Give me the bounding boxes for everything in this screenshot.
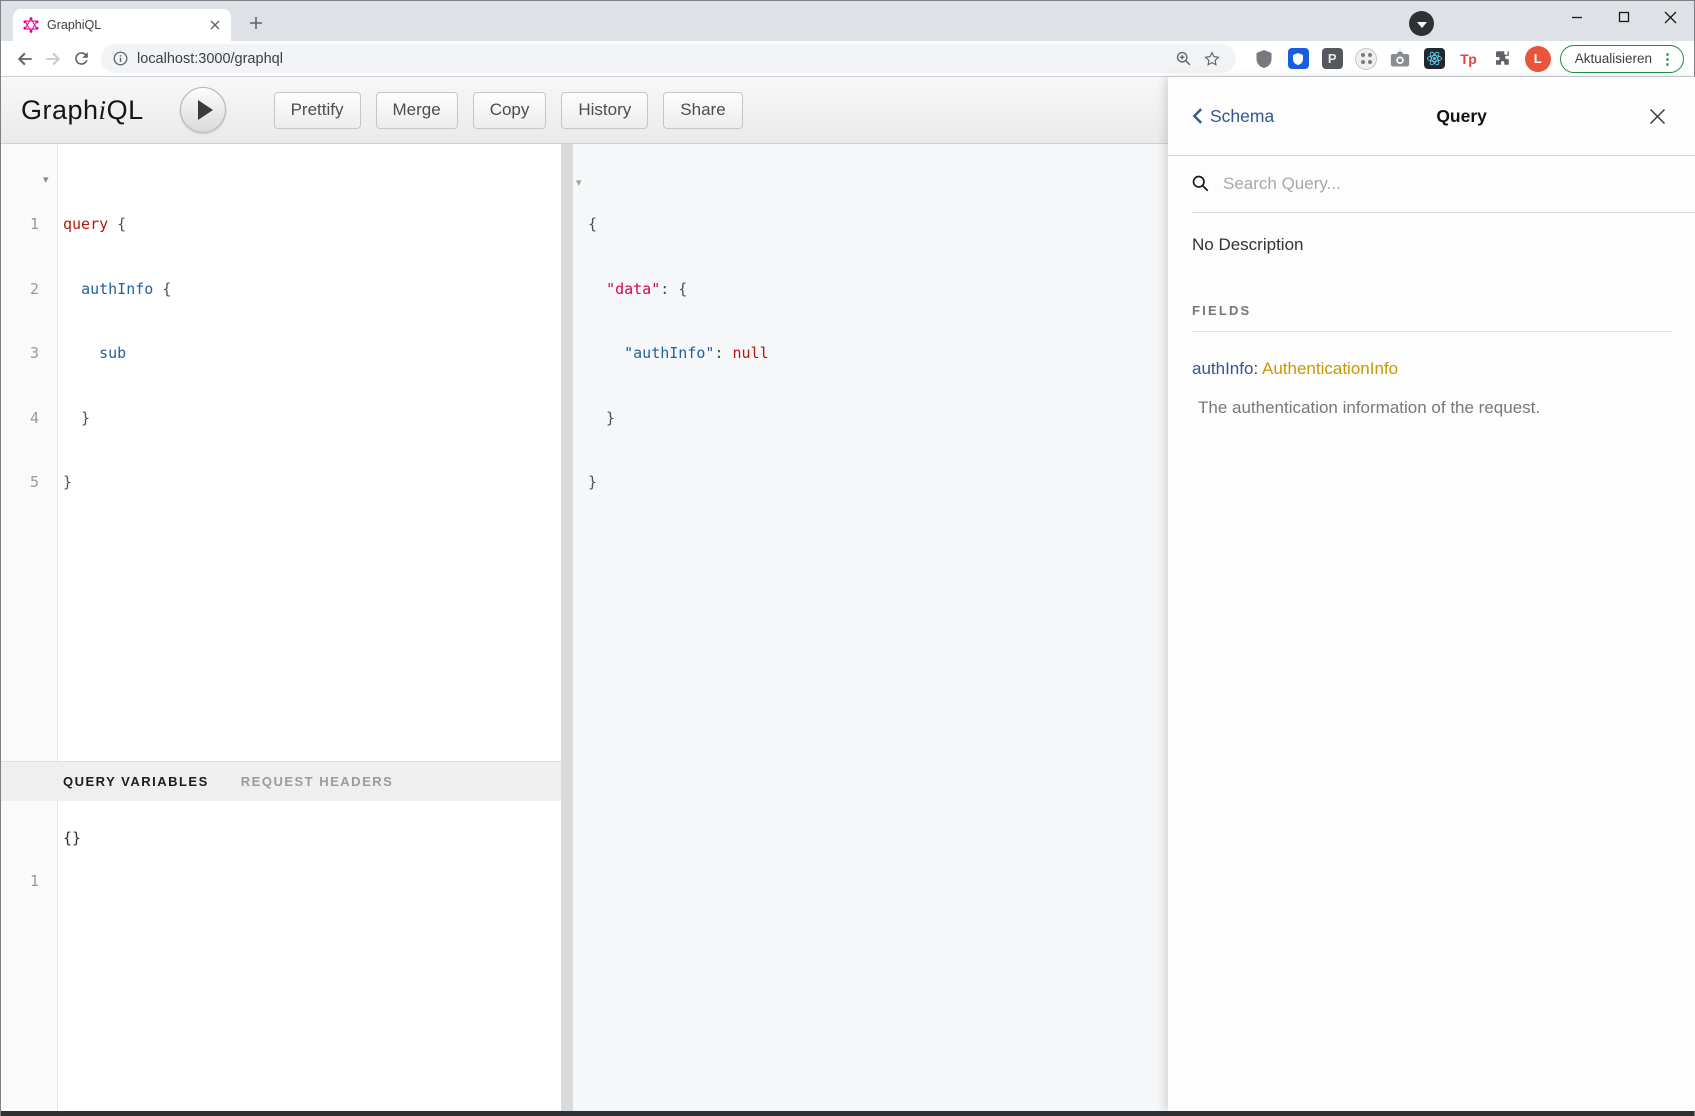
search-icon xyxy=(1192,175,1210,193)
caret-down-icon xyxy=(1417,22,1427,28)
address-bar[interactable]: localhost:3000/graphql xyxy=(101,44,1236,73)
copy-button[interactable]: Copy xyxy=(473,92,547,129)
new-tab-button[interactable] xyxy=(241,9,271,37)
history-button[interactable]: History xyxy=(561,92,648,129)
site-info-icon[interactable] xyxy=(113,51,128,66)
graphql-favicon-icon xyxy=(23,17,39,33)
browser-tab[interactable]: GraphiQL xyxy=(13,9,231,41)
chevron-left-icon xyxy=(1192,107,1203,125)
line-number: 1 xyxy=(1,214,39,236)
graphiql-logo: GraphiQL xyxy=(21,95,144,126)
update-browser-button[interactable]: Aktualisieren ⋮ xyxy=(1560,45,1684,73)
variables-code[interactable]: {} xyxy=(63,828,81,850)
doc-explorer-panel: Schema Query No Description FIELDS authI… xyxy=(1168,77,1695,1111)
doc-explorer-content: No Description FIELDS authInfo: Authenti… xyxy=(1168,213,1695,418)
fold-caret-icon[interactable]: ▾ xyxy=(576,176,582,189)
tab-title: GraphiQL xyxy=(47,18,207,32)
line-number: 1 xyxy=(1,871,39,893)
field-row: authInfo: AuthenticationInfo xyxy=(1192,359,1672,379)
share-button[interactable]: Share xyxy=(663,92,742,129)
type-description: No Description xyxy=(1192,235,1672,255)
back-button[interactable] xyxy=(11,45,39,73)
doc-search-input[interactable] xyxy=(1223,174,1672,194)
camera-extension-icon[interactable] xyxy=(1387,45,1414,72)
query-editor-gutter: 1 2 3 4 5 ▾ xyxy=(1,144,58,761)
result-viewer: ▾ { "data": { "authInfo": null } } xyxy=(573,144,1168,1111)
query-code[interactable]: query { authInfo { sub } } xyxy=(63,171,561,537)
adblock-shield-icon[interactable] xyxy=(1251,45,1278,72)
tab-close-icon[interactable] xyxy=(207,17,223,33)
browser-tab-strip: GraphiQL xyxy=(1,1,1694,41)
line-number: 3 xyxy=(1,343,39,365)
extensions-puzzle-icon[interactable] xyxy=(1489,45,1516,72)
window-controls xyxy=(1553,1,1694,33)
code-line: "authInfo": null xyxy=(588,343,769,365)
profile-avatar[interactable]: L xyxy=(1525,46,1551,72)
browser-window: GraphiQL xyxy=(0,0,1695,1116)
prettify-button[interactable]: Prettify xyxy=(274,92,361,129)
line-number: 2 xyxy=(1,279,39,301)
fold-caret-icon[interactable]: ▾ xyxy=(43,173,49,186)
graphiql-app: GraphiQL Prettify Merge Copy History Sha… xyxy=(1,77,1694,1111)
code-line: { xyxy=(588,214,769,236)
browser-toolbar: localhost:3000/graphql P xyxy=(1,41,1694,77)
field-description: The authentication information of the re… xyxy=(1198,398,1672,418)
maximize-button[interactable] xyxy=(1600,1,1647,33)
window-bottom-edge xyxy=(1,1111,1694,1116)
dot-grid-extension-icon[interactable] xyxy=(1353,45,1380,72)
doc-search-row xyxy=(1192,156,1695,213)
minimize-button[interactable] xyxy=(1553,1,1600,33)
field-type-link[interactable]: AuthenticationInfo xyxy=(1262,359,1398,378)
extensions-row: P xyxy=(1244,45,1516,72)
graphiql-topbar: GraphiQL Prettify Merge Copy History Sha… xyxy=(1,77,1168,144)
doc-explorer-header: Schema Query xyxy=(1168,77,1695,156)
code-line: } xyxy=(588,472,769,494)
execute-query-button[interactable] xyxy=(180,87,226,133)
variables-title-bar: QUERY VARIABLES REQUEST HEADERS xyxy=(1,761,561,801)
query-editor[interactable]: 1 2 3 4 5 ▾ query { authInfo { sub } } xyxy=(1,144,561,761)
field-name-link[interactable]: authInfo xyxy=(1192,359,1253,378)
tab-query-variables[interactable]: QUERY VARIABLES xyxy=(63,774,209,789)
line-number: 4 xyxy=(1,408,39,430)
react-devtools-icon[interactable] xyxy=(1421,45,1448,72)
code-line: } xyxy=(63,408,561,430)
pane-resize-handle[interactable] xyxy=(561,144,573,1111)
p-extension-icon[interactable]: P xyxy=(1319,45,1346,72)
result-json: { "data": { "authInfo": null } } xyxy=(588,171,769,537)
url-text: localhost:3000/graphql xyxy=(137,51,283,67)
tab-request-headers[interactable]: REQUEST HEADERS xyxy=(241,774,394,789)
zoom-icon[interactable] xyxy=(1170,45,1198,73)
line-number: 5 xyxy=(1,472,39,494)
variables-editor-gutter: 1 xyxy=(1,801,58,1111)
doc-close-icon[interactable] xyxy=(1649,108,1666,125)
fields-heading: FIELDS xyxy=(1192,303,1672,332)
play-icon xyxy=(198,100,213,120)
tampermonkey-tp-icon[interactable]: Tp xyxy=(1455,45,1482,72)
code-line: authInfo { xyxy=(63,279,561,301)
bookmark-star-icon[interactable] xyxy=(1198,45,1226,73)
code-line: } xyxy=(63,472,561,494)
doc-title: Query xyxy=(1274,106,1649,127)
code-line: sub xyxy=(63,343,561,365)
code-line: query { xyxy=(63,214,561,236)
variables-editor[interactable]: 1 {} xyxy=(1,801,561,1111)
browser-menu-icon[interactable]: ⋮ xyxy=(1660,50,1675,68)
forward-button[interactable] xyxy=(39,45,67,73)
reload-button[interactable] xyxy=(67,45,95,73)
merge-button[interactable]: Merge xyxy=(376,92,458,129)
code-line: } xyxy=(588,408,769,430)
media-controls-button[interactable] xyxy=(1409,11,1434,36)
code-line: "data": { xyxy=(588,279,769,301)
doc-back-link[interactable]: Schema xyxy=(1192,106,1274,127)
close-window-button[interactable] xyxy=(1647,1,1694,33)
bitwarden-icon[interactable] xyxy=(1285,45,1312,72)
